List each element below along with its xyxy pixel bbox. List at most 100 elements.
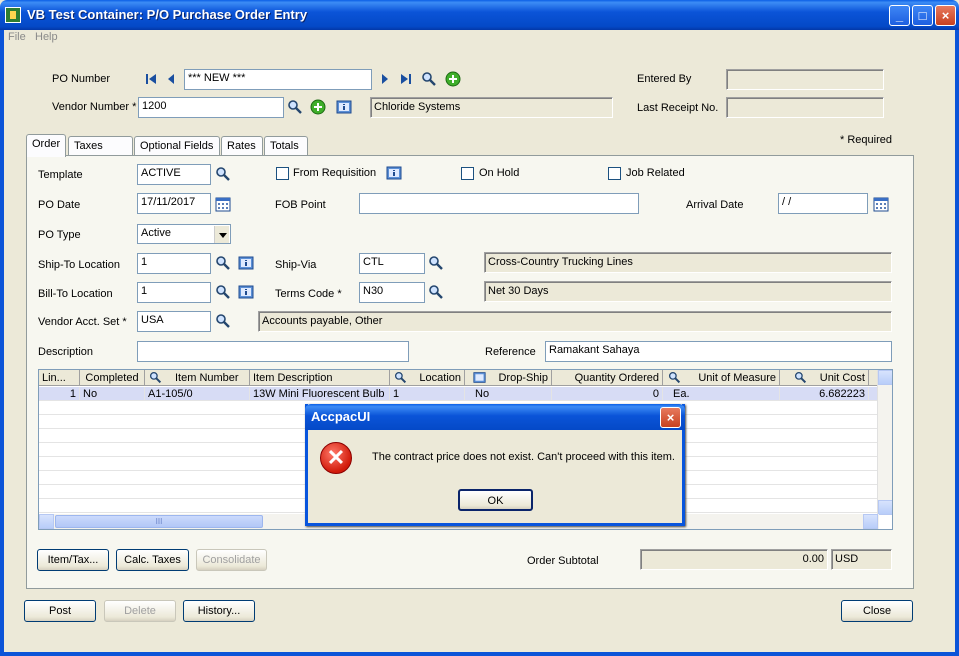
terms-description: Net 30 Days bbox=[484, 281, 892, 302]
ship-to-search-icon[interactable] bbox=[215, 255, 231, 271]
bill-to-label: Bill-To Location bbox=[38, 288, 113, 300]
arrival-date-label: Arrival Date bbox=[686, 199, 744, 211]
entered-by-label: Entered By bbox=[637, 73, 692, 85]
dialog-message: The contract price does not exist. Can't… bbox=[372, 451, 675, 463]
reference-input[interactable]: Ramakant Sahaya bbox=[545, 341, 892, 362]
vendor-search-icon[interactable] bbox=[287, 99, 303, 115]
requisition-info-icon[interactable] bbox=[386, 165, 402, 181]
cell-unit-of-measure: Ea. bbox=[663, 387, 780, 401]
vendor-acct-set-label: Vendor Acct. Set * bbox=[38, 316, 127, 328]
last-receipt-label: Last Receipt No. bbox=[637, 102, 719, 114]
vendor-number-input[interactable]: 1200 bbox=[138, 97, 284, 118]
acct-set-search-icon[interactable] bbox=[215, 313, 231, 329]
job-related-checkbox[interactable] bbox=[608, 167, 621, 180]
description-input[interactable] bbox=[137, 341, 409, 362]
scroll-left-icon[interactable] bbox=[39, 514, 54, 529]
ship-via-description: Cross-Country Trucking Lines bbox=[484, 252, 892, 273]
first-record-icon[interactable] bbox=[143, 71, 159, 87]
column-header-line[interactable]: Lin... bbox=[39, 370, 80, 386]
cell-line: 1 bbox=[39, 387, 80, 401]
po-type-value: Active bbox=[141, 227, 171, 239]
cell-unit-cost: 6.682223 bbox=[780, 387, 869, 401]
previous-record-icon[interactable] bbox=[163, 71, 179, 87]
required-note: * Required bbox=[840, 134, 892, 146]
app-icon bbox=[5, 7, 21, 23]
vendor-number-label: Vendor Number * bbox=[52, 101, 137, 113]
calendar-icon[interactable] bbox=[215, 196, 231, 212]
scroll-thumb[interactable]: III bbox=[55, 515, 263, 528]
ship-to-input[interactable]: 1 bbox=[137, 253, 211, 274]
item-tax-button[interactable]: Item/Tax... bbox=[37, 549, 109, 571]
vendor-info-icon[interactable] bbox=[336, 99, 352, 115]
ship-via-search-icon[interactable] bbox=[428, 255, 444, 271]
cell-location: 1 bbox=[390, 387, 465, 401]
terms-code-input[interactable]: N30 bbox=[359, 282, 425, 303]
search-icon[interactable] bbox=[421, 71, 437, 87]
dialog-close-icon[interactable]: × bbox=[660, 407, 681, 428]
delete-button[interactable]: Delete bbox=[104, 600, 176, 622]
menu-help[interactable]: Help bbox=[35, 31, 58, 43]
bill-to-input[interactable]: 1 bbox=[137, 282, 211, 303]
drop-ship-info-icon bbox=[473, 372, 486, 383]
dialog-title: AccpacUI bbox=[311, 409, 371, 424]
add-new-icon[interactable] bbox=[445, 71, 461, 87]
on-hold-checkbox[interactable] bbox=[461, 167, 474, 180]
vendor-name-field: Chloride Systems bbox=[370, 97, 613, 118]
tab-taxes[interactable]: Taxes bbox=[68, 136, 133, 156]
last-record-icon[interactable] bbox=[398, 71, 414, 87]
ship-to-info-icon[interactable] bbox=[238, 255, 254, 271]
template-input[interactable]: ACTIVE bbox=[137, 164, 211, 185]
title-bar: VB Test Container: P/O Purchase Order En… bbox=[0, 0, 959, 30]
column-header-quantity-ordered[interactable]: Quantity Ordered bbox=[552, 370, 663, 386]
bill-to-search-icon[interactable] bbox=[215, 284, 231, 300]
arrival-date-input[interactable]: / / bbox=[778, 193, 868, 214]
vendor-acct-set-input[interactable]: USA bbox=[137, 311, 211, 332]
order-subtotal-label: Order Subtotal bbox=[527, 555, 599, 567]
vendor-add-icon[interactable] bbox=[310, 99, 326, 115]
terms-search-icon[interactable] bbox=[428, 284, 444, 300]
po-type-select[interactable]: Active bbox=[137, 224, 231, 244]
table-row[interactable]: 1 No A1-105/0 13W Mini Fluorescent Bulb … bbox=[39, 387, 879, 401]
from-requisition-label: From Requisition bbox=[293, 167, 377, 179]
last-receipt-field bbox=[726, 97, 884, 118]
fob-point-label: FOB Point bbox=[275, 199, 326, 211]
calc-taxes-button[interactable]: Calc. Taxes bbox=[116, 549, 189, 571]
ok-button[interactable]: OK bbox=[458, 489, 533, 511]
item-search-icon bbox=[149, 371, 162, 384]
scroll-down-icon[interactable] bbox=[878, 500, 892, 515]
template-search-icon[interactable] bbox=[215, 166, 231, 182]
history-button[interactable]: History... bbox=[183, 600, 255, 622]
column-header-item-description[interactable]: Item Description bbox=[250, 370, 390, 386]
menu-bar: File Help bbox=[4, 30, 955, 46]
tab-totals[interactable]: Totals bbox=[264, 136, 308, 156]
dialog-title-bar: AccpacUI × bbox=[305, 404, 685, 430]
post-button[interactable]: Post bbox=[24, 600, 96, 622]
scroll-right-icon[interactable] bbox=[863, 514, 878, 529]
from-requisition-checkbox[interactable] bbox=[276, 167, 289, 180]
chevron-down-icon[interactable] bbox=[214, 226, 229, 243]
grid-header: Lin... Completed Item Number Item Descri… bbox=[39, 370, 879, 386]
minimize-button[interactable]: _ bbox=[889, 5, 910, 26]
menu-file[interactable]: File bbox=[8, 31, 26, 43]
error-icon: ✕ bbox=[320, 442, 352, 474]
column-header-completed[interactable]: Completed bbox=[80, 370, 145, 386]
po-type-label: PO Type bbox=[38, 229, 81, 241]
location-search-icon bbox=[394, 371, 407, 384]
po-date-input[interactable]: 17/11/2017 bbox=[137, 193, 211, 214]
scroll-up-icon[interactable] bbox=[878, 370, 892, 385]
grid-vertical-scrollbar[interactable] bbox=[877, 370, 892, 515]
next-record-icon[interactable] bbox=[377, 71, 393, 87]
tab-order[interactable]: Order bbox=[26, 134, 66, 157]
fob-point-input[interactable] bbox=[359, 193, 639, 214]
close-window-button[interactable]: × bbox=[935, 5, 956, 26]
ship-via-input[interactable]: CTL bbox=[359, 253, 425, 274]
maximize-button[interactable]: □ bbox=[912, 5, 933, 26]
tab-optional-fields[interactable]: Optional Fields bbox=[134, 136, 220, 156]
arrival-calendar-icon[interactable] bbox=[873, 196, 889, 212]
tab-rates[interactable]: Rates bbox=[221, 136, 263, 156]
cell-item-number[interactable]: A1-105/0 bbox=[145, 387, 250, 401]
close-button[interactable]: Close bbox=[841, 600, 913, 622]
bill-to-info-icon[interactable] bbox=[238, 284, 254, 300]
po-number-input[interactable]: *** NEW *** bbox=[184, 69, 372, 90]
consolidate-button[interactable]: Consolidate bbox=[196, 549, 267, 571]
